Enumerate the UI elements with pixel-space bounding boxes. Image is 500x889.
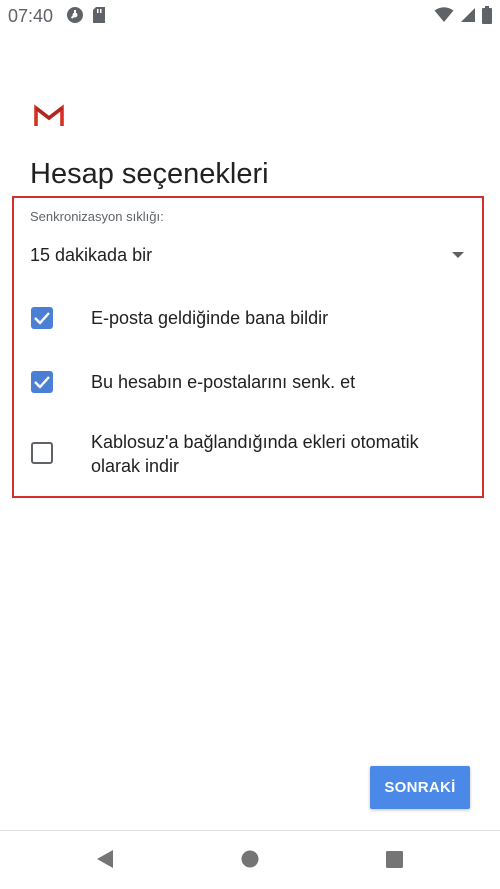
recents-icon[interactable] bbox=[386, 851, 403, 873]
sync-checkbox[interactable] bbox=[31, 371, 53, 393]
sync-frequency-value: 15 dakikada bir bbox=[30, 245, 153, 265]
sync-frequency-dropdown[interactable]: 15 dakikada bir bbox=[30, 238, 470, 274]
home-icon[interactable] bbox=[241, 850, 259, 873]
checkmark-icon bbox=[34, 312, 50, 325]
page-title: Hesap seçenekleri bbox=[30, 158, 269, 190]
notify-label: E-posta geldiğinde bana bildir bbox=[91, 308, 329, 328]
gmail-logo bbox=[34, 104, 64, 128]
signal-icon bbox=[460, 7, 476, 28]
status-time: 07:40 bbox=[8, 6, 54, 26]
status-right-icons bbox=[434, 6, 492, 29]
option-notify-row[interactable]: E-posta geldiğinde bana bildir bbox=[26, 303, 474, 333]
navigation-bar bbox=[0, 831, 500, 889]
data-saver-icon bbox=[66, 6, 84, 29]
download-label: Kablosuz'a bağlandığında ekleri otomatik… bbox=[91, 432, 419, 476]
back-icon[interactable] bbox=[96, 849, 114, 874]
checkmark-icon bbox=[34, 376, 50, 389]
next-button[interactable]: SONRAKİ bbox=[370, 766, 470, 809]
download-checkbox[interactable] bbox=[31, 442, 53, 464]
battery-icon bbox=[482, 6, 492, 29]
option-download-row[interactable]: Kablosuz'a bağlandığında ekleri otomatik… bbox=[26, 428, 474, 478]
dropdown-arrow-icon bbox=[452, 252, 464, 258]
wifi-icon bbox=[434, 7, 454, 28]
option-sync-row[interactable]: Bu hesabın e-postalarını senk. et bbox=[26, 367, 474, 397]
status-bar: 07:40 bbox=[0, 0, 500, 34]
sd-card-icon bbox=[92, 6, 106, 29]
sync-frequency-label: Senkronizasyon sıklığı: bbox=[30, 209, 164, 224]
sync-label: Bu hesabın e-postalarını senk. et bbox=[91, 372, 356, 392]
status-left-icons bbox=[66, 6, 106, 29]
notify-checkbox[interactable] bbox=[31, 307, 53, 329]
